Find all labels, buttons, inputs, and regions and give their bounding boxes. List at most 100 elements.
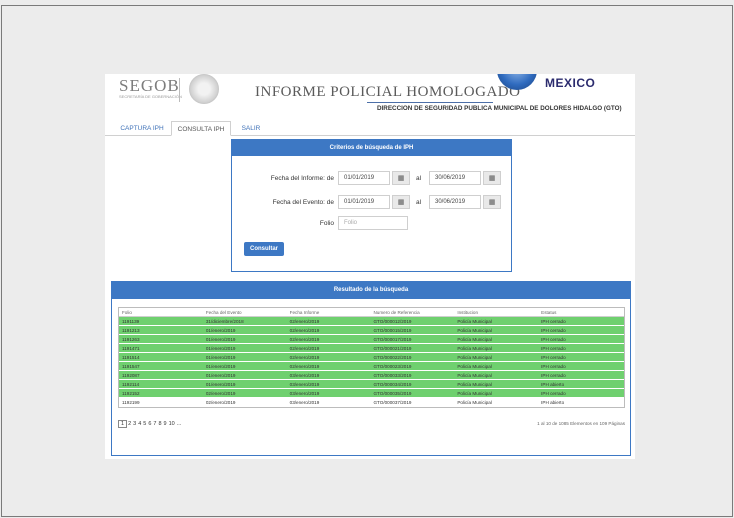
table-cell: 02/enero/2019 [289,318,320,324]
table-cell: 02/enero/2019 [289,363,320,369]
table-cell: 1191213 [122,327,140,333]
table-cell: 01/enero/2019 [205,327,236,333]
table-cell: Policía Municipal [457,318,492,324]
column-header[interactable]: Fecha Informe [287,310,371,315]
range-separator: al [416,199,422,206]
table-cell: 1192199 [122,399,140,405]
page-link[interactable]: 10 [168,421,176,427]
table-cell: IPH cerrado [541,318,566,324]
calendar-icon[interactable]: ▦ [483,195,501,209]
table-cell: 1191263 [122,336,140,342]
column-header[interactable]: Fecha del Evento [203,310,287,315]
table-cell: 02/enero/2019 [205,390,236,396]
folio-input[interactable]: Folio [338,216,408,230]
table-cell: Policía Municipal [457,381,492,387]
title-underline [367,102,493,103]
results-panel: Resultado de la búsqueda Folio Fecha del… [111,281,631,456]
table-cell: 02/enero/2019 [289,345,320,351]
table-row[interactable]: 1191263 01/enero/2019 02/enero/2019 GTO/000… [119,335,624,344]
results-table: Folio Fecha del Evento Fecha Informe Num… [118,307,625,408]
table-cell: IPH cerrado [541,345,566,351]
table-cell: 01/enero/2019 [205,354,236,360]
pagination: 1 2 3 4 5 6 7 8 9 10... 1 al 10 de 1085 Elementos… [118,417,625,431]
table-cell: Policía Municipal [457,372,492,378]
table-cell: IPH abierto [541,381,565,387]
table-row[interactable]: 1191471 01/enero/2019 02/enero/2019 GTO/000… [119,344,624,353]
table-cell: GTO/000021/2019 [373,345,412,351]
tab-salir[interactable]: SALIR [235,121,267,136]
table-row[interactable]: 1191213 01/enero/2019 02/enero/2019 GTO/000… [119,326,624,335]
table-cell: Policía Municipal [457,336,492,342]
pagination-info: 1 al 10 de 1085 Elementos en 109 Páginas [537,421,625,426]
tab-bar: CAPTURA IPH CONSULTA IPH SALIR [105,121,635,136]
table-row[interactable]: 1192199 02/enero/2019 03/enero/2019 GTO/000… [119,398,624,407]
table-cell: 01/enero/2019 [205,372,236,378]
calendar-icon[interactable]: ▦ [392,171,410,185]
table-row[interactable]: 1192152 02/enero/2019 03/enero/2019 GTO/000… [119,389,624,398]
table-cell: GTO/000034/2019 [373,381,412,387]
fecha-informe-label: Fecha del Informe: de [270,175,334,182]
table-cell: Policía Municipal [457,327,492,333]
fecha-informe-from-input[interactable]: 01/01/2019 [338,171,390,185]
table-cell: 01/enero/2019 [205,381,236,387]
fecha-informe-to-input[interactable]: 30/06/2019 [429,171,481,185]
table-cell: 1191139 [122,318,140,324]
table-cell: 01/enero/2019 [205,345,236,351]
table-cell: Policía Municipal [457,390,492,396]
column-header[interactable]: Estatus [538,310,624,315]
national-seal-icon [189,74,219,104]
table-cell: 03/enero/2019 [289,399,320,405]
table-row[interactable]: 1191514 01/enero/2019 02/enero/2019 GTO/000… [119,353,624,362]
fecha-evento-label: Fecha del Evento: de [272,199,334,206]
column-header[interactable]: Folio [119,310,203,315]
table-cell: Policía Municipal [457,363,492,369]
segob-logo-text: SEGOB [119,76,180,95]
country-logo-text: MEXICO [545,76,596,90]
table-cell: IPH cerrado [541,327,566,333]
search-criteria-panel: Criterios de búsqueda de IPH Fecha del I… [231,139,512,272]
screenshot-frame: SEGOB SECRETARÍA DE GOBERNACIÓN INFORME … [1,5,733,517]
table-cell: 1192152 [122,390,140,396]
table-cell: 03/enero/2019 [289,381,320,387]
folio-label: Folio [319,220,334,227]
fecha-evento-to-input[interactable]: 30/06/2019 [429,195,481,209]
table-row[interactable]: 1192114 01/enero/2019 03/enero/2019 GTO/000… [119,380,624,389]
column-header[interactable]: Numero de Referencia [370,310,454,315]
table-cell: GTO/000023/2019 [373,363,412,369]
table-cell: 1192114 [122,381,140,387]
table-cell: IPH abierto [541,399,565,405]
consultar-button[interactable]: Consultar [244,242,284,256]
column-header[interactable]: Institucion [454,310,538,315]
table-cell: Policía Municipal [457,354,492,360]
table-row[interactable]: 1191547 01/enero/2019 02/enero/2019 GTO/000… [119,362,624,371]
table-cell: GTO/000033/2019 [373,372,412,378]
tab-consulta-iph[interactable]: CONSULTA IPH [171,121,231,136]
range-separator: al [416,175,422,182]
browser-page: SEGOB SECRETARÍA DE GOBERNACIÓN INFORME … [105,74,635,459]
table-cell: 02/enero/2019 [289,336,320,342]
table-row[interactable]: 1191139 31/diciembre/2018 02/enero/2019 GTO… [119,317,624,326]
calendar-icon[interactable]: ▦ [483,171,501,185]
table-cell: 01/enero/2019 [205,363,236,369]
table-cell: GTO/000022/2019 [373,354,412,360]
header-divider [179,78,180,102]
table-cell: GTO/000017/2019 [373,336,412,342]
table-cell: GTO/000012/2019 [373,318,412,324]
table-cell: IPH cerrado [541,372,566,378]
tab-captura-iph[interactable]: CAPTURA IPH [115,121,169,136]
table-cell: Policía Municipal [457,399,492,405]
page-link[interactable]: ... [176,421,183,427]
criteria-panel-title: Criterios de búsqueda de IPH [232,140,511,156]
table-cell: 02/enero/2019 [289,354,320,360]
table-header-row: Folio Fecha del Evento Fecha Informe Num… [119,308,624,317]
table-cell: 01/enero/2019 [205,336,236,342]
page-link[interactable]: 1 [118,420,128,428]
table-cell: Policía Municipal [457,345,492,351]
fecha-evento-from-input[interactable]: 01/01/2019 [338,195,390,209]
calendar-icon[interactable]: ▦ [392,195,410,209]
table-cell: 1191514 [122,354,140,360]
table-row[interactable]: 1192087 01/enero/2019 03/enero/2019 GTO/000… [119,371,624,380]
page-links: 1 2 3 4 5 6 7 8 9 10... [118,420,182,428]
table-cell: 03/enero/2019 [289,390,320,396]
table-cell: IPH cerrado [541,390,566,396]
